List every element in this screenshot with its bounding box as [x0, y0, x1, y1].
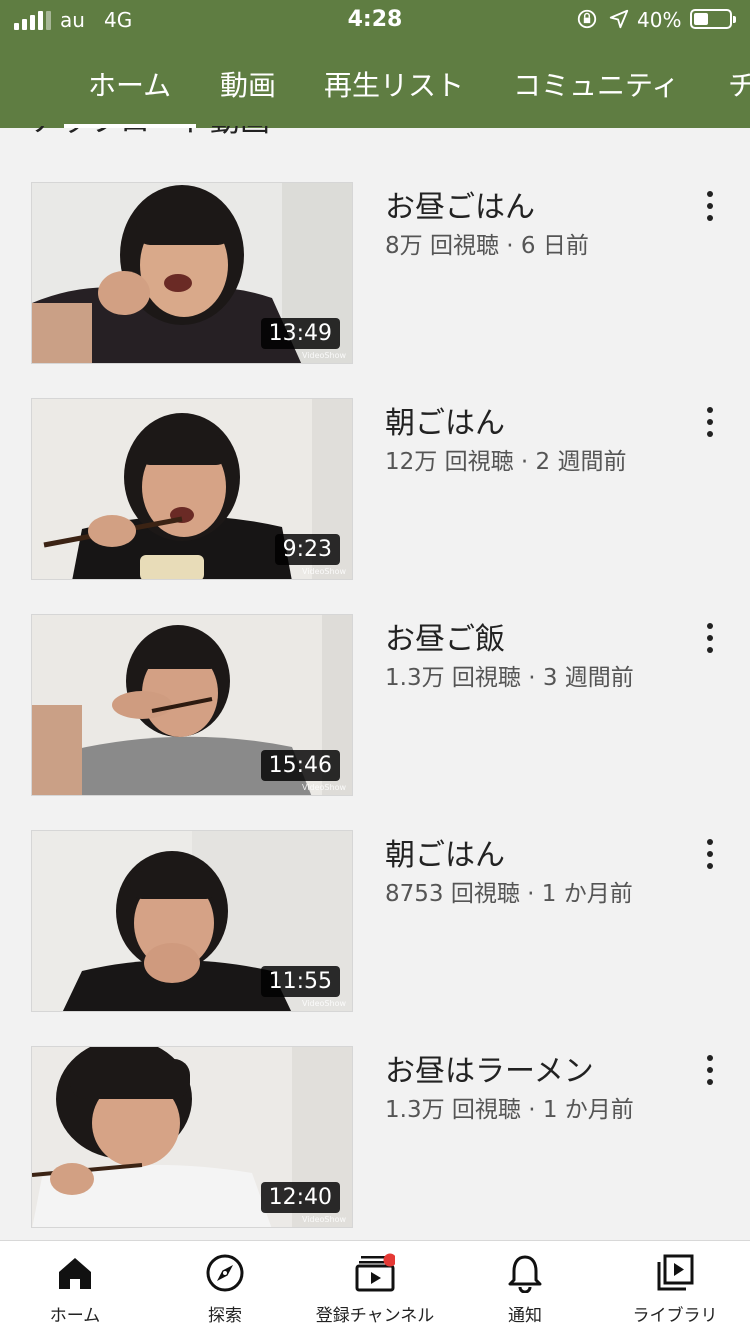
video-title[interactable]: 朝ごはん	[385, 830, 505, 874]
video-title[interactable]: お昼はラーメン	[385, 1046, 594, 1090]
home-icon	[59, 1258, 91, 1289]
tab-videos[interactable]: 動画	[220, 64, 276, 104]
video-duration: 9:23	[274, 534, 340, 565]
nav-label: 探索	[208, 1306, 242, 1326]
bottom-navigation: ホーム 探索 登録チャンネル 通知 ライブラリ	[0, 1240, 750, 1335]
more-options-icon[interactable]	[696, 188, 724, 224]
bell-icon	[508, 1255, 542, 1293]
video-title[interactable]: お昼ごはん	[385, 182, 535, 226]
nav-home[interactable]: ホーム	[0, 1241, 150, 1335]
orientation-lock-icon	[577, 9, 597, 29]
tab-channels[interactable]: チ	[728, 64, 750, 104]
active-tab-indicator	[64, 124, 196, 128]
video-title[interactable]: お昼ご飯	[385, 614, 505, 658]
nav-explore[interactable]: 探索	[150, 1241, 300, 1335]
status-bar: au 4G 4:28 40%	[0, 0, 750, 40]
video-item[interactable]: 13:49 VideoShow お昼ごはん 8万 回視聴 · 6 日前	[0, 182, 750, 364]
video-item[interactable]: 9:23 VideoShow 朝ごはん 12万 回視聴 · 2 週間前	[0, 398, 750, 580]
nav-label: 登録チャンネル	[315, 1306, 435, 1326]
video-item[interactable]: 11:55 VideoShow 朝ごはん 8753 回視聴 · 1 か月前	[0, 830, 750, 1012]
thumbnail-watermark: VideoShow	[302, 999, 346, 1008]
more-options-icon[interactable]	[696, 404, 724, 440]
nav-label: ライブラリ	[632, 1306, 718, 1326]
thumbnail-watermark: VideoShow	[302, 783, 346, 792]
more-options-icon[interactable]	[696, 1052, 724, 1088]
tab-playlists[interactable]: 再生リスト	[324, 64, 464, 104]
nav-label: ホーム	[49, 1306, 101, 1326]
video-meta: 1.3万 回視聴 · 1 か月前	[385, 1097, 634, 1123]
thumbnail-watermark: VideoShow	[302, 351, 346, 360]
video-duration: 13:49	[260, 318, 340, 349]
battery-icon	[690, 9, 736, 29]
video-duration: 11:55	[260, 966, 340, 997]
video-meta: 12万 回視聴 · 2 週間前	[385, 449, 627, 475]
video-meta: 8753 回視聴 · 1 か月前	[385, 881, 633, 907]
library-icon	[657, 1254, 694, 1291]
thumbnail-watermark: VideoShow	[302, 1215, 346, 1224]
nav-subscriptions[interactable]: 登録チャンネル	[300, 1241, 450, 1335]
more-options-icon[interactable]	[696, 620, 724, 656]
nav-library[interactable]: ライブラリ	[600, 1241, 750, 1335]
video-item[interactable]: 12:40 VideoShow お昼はラーメン 1.3万 回視聴 · 1 か月前	[0, 1046, 750, 1228]
nav-notifications[interactable]: 通知	[450, 1241, 600, 1335]
thumbnail-watermark: VideoShow	[302, 567, 346, 576]
tab-home[interactable]: ホーム	[88, 64, 171, 104]
video-item[interactable]: 15:46 VideoShow お昼ご飯 1.3万 回視聴 · 3 週間前	[0, 614, 750, 796]
video-meta: 1.3万 回視聴 · 3 週間前	[385, 665, 634, 691]
video-thumbnail[interactable]: 9:23 VideoShow	[31, 398, 353, 580]
video-meta: 8万 回視聴 · 6 日前	[385, 233, 589, 259]
subscriptions-icon	[355, 1253, 395, 1292]
header-cover: ホーム 動画 再生リスト コミュニティ チ	[0, 40, 750, 126]
tab-community[interactable]: コミュニティ	[513, 64, 679, 104]
explore-icon	[206, 1254, 244, 1292]
more-options-icon[interactable]	[696, 836, 724, 872]
battery-percent: 40%	[637, 8, 682, 32]
video-duration: 15:46	[260, 750, 340, 781]
video-duration: 12:40	[260, 1182, 340, 1213]
video-thumbnail[interactable]: 12:40 VideoShow	[31, 1046, 353, 1228]
video-thumbnail[interactable]: 15:46 VideoShow	[31, 614, 353, 796]
nav-label: 通知	[508, 1306, 542, 1326]
video-thumbnail[interactable]: 11:55 VideoShow	[31, 830, 353, 1012]
video-thumbnail[interactable]: 13:49 VideoShow	[31, 182, 353, 364]
location-arrow-icon	[609, 9, 629, 29]
video-title[interactable]: 朝ごはん	[385, 398, 505, 442]
